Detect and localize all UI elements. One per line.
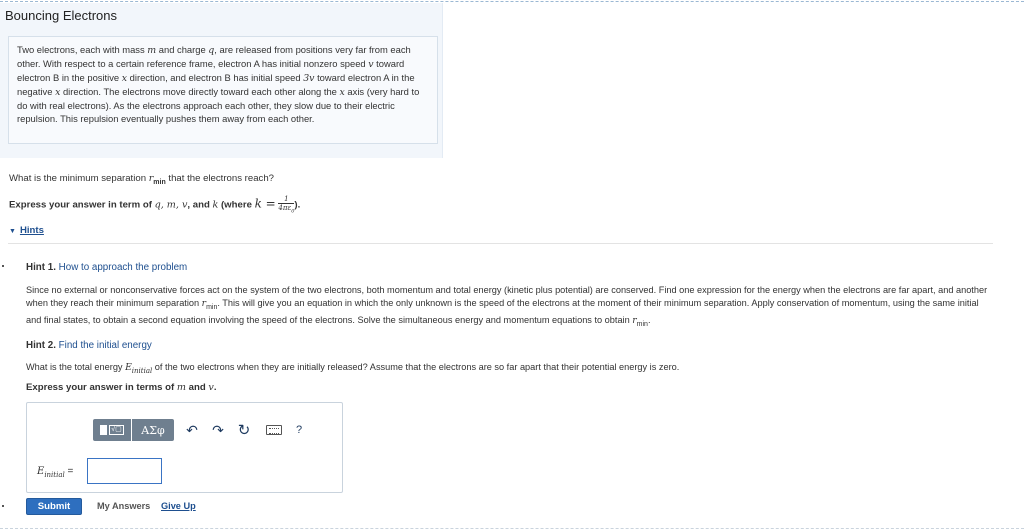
answer-label: Einitial = <box>37 466 74 479</box>
margin-marker <box>2 505 4 507</box>
question-instructions: Express your answer in term of q, m, v, … <box>9 195 301 215</box>
hint-2-instructions: Express your answer in terms of m and v. <box>26 382 217 393</box>
templates-button[interactable]: √▢ <box>93 419 131 441</box>
hint-1-header[interactable]: Hint 1. How to approach the problem <box>26 262 187 273</box>
problem-statement: Two electrons, each with mass m and char… <box>8 36 438 144</box>
template-box-icon <box>100 425 108 435</box>
bottom-divider <box>0 528 1024 529</box>
redo-icon[interactable]: ↷ <box>206 419 230 441</box>
help-icon[interactable]: ? <box>296 424 302 436</box>
problem-header-panel: Bouncing Electrons Two electrons, each w… <box>0 3 443 158</box>
hint-2-body: What is the total energy Einitial of the… <box>26 362 680 375</box>
top-divider <box>0 1 1024 2</box>
margin-marker <box>2 265 4 267</box>
keyboard-icon[interactable] <box>266 425 282 435</box>
answer-editor: √▢ ΑΣφ ↶ ↷ ↻ ? Einitial = <box>26 402 343 493</box>
answer-input[interactable] <box>87 458 162 484</box>
question-text: What is the minimum separation rmin that… <box>9 173 275 186</box>
hint-2-header[interactable]: Hint 2. Find the initial energy <box>26 340 152 351</box>
math-toolbar: √▢ ΑΣφ ↶ ↷ ↻ ? <box>93 418 302 442</box>
problem-title: Bouncing Electrons <box>5 8 118 23</box>
give-up-link[interactable]: Give Up <box>161 501 196 511</box>
submit-button[interactable]: Submit <box>26 498 82 515</box>
my-answers-label: My Answers <box>97 501 151 511</box>
reset-icon[interactable]: ↻ <box>232 419 256 441</box>
hints-toggle[interactable]: ▼ Hints <box>9 225 44 236</box>
symbols-button[interactable]: ΑΣφ <box>132 419 174 441</box>
caret-down-icon: ▼ <box>9 228 16 235</box>
hint-1-body: Since no external or nonconservative for… <box>26 285 988 328</box>
hints-divider <box>8 243 993 244</box>
undo-icon[interactable]: ↶ <box>180 419 204 441</box>
k-fraction: 1 4πε0 <box>278 195 295 215</box>
